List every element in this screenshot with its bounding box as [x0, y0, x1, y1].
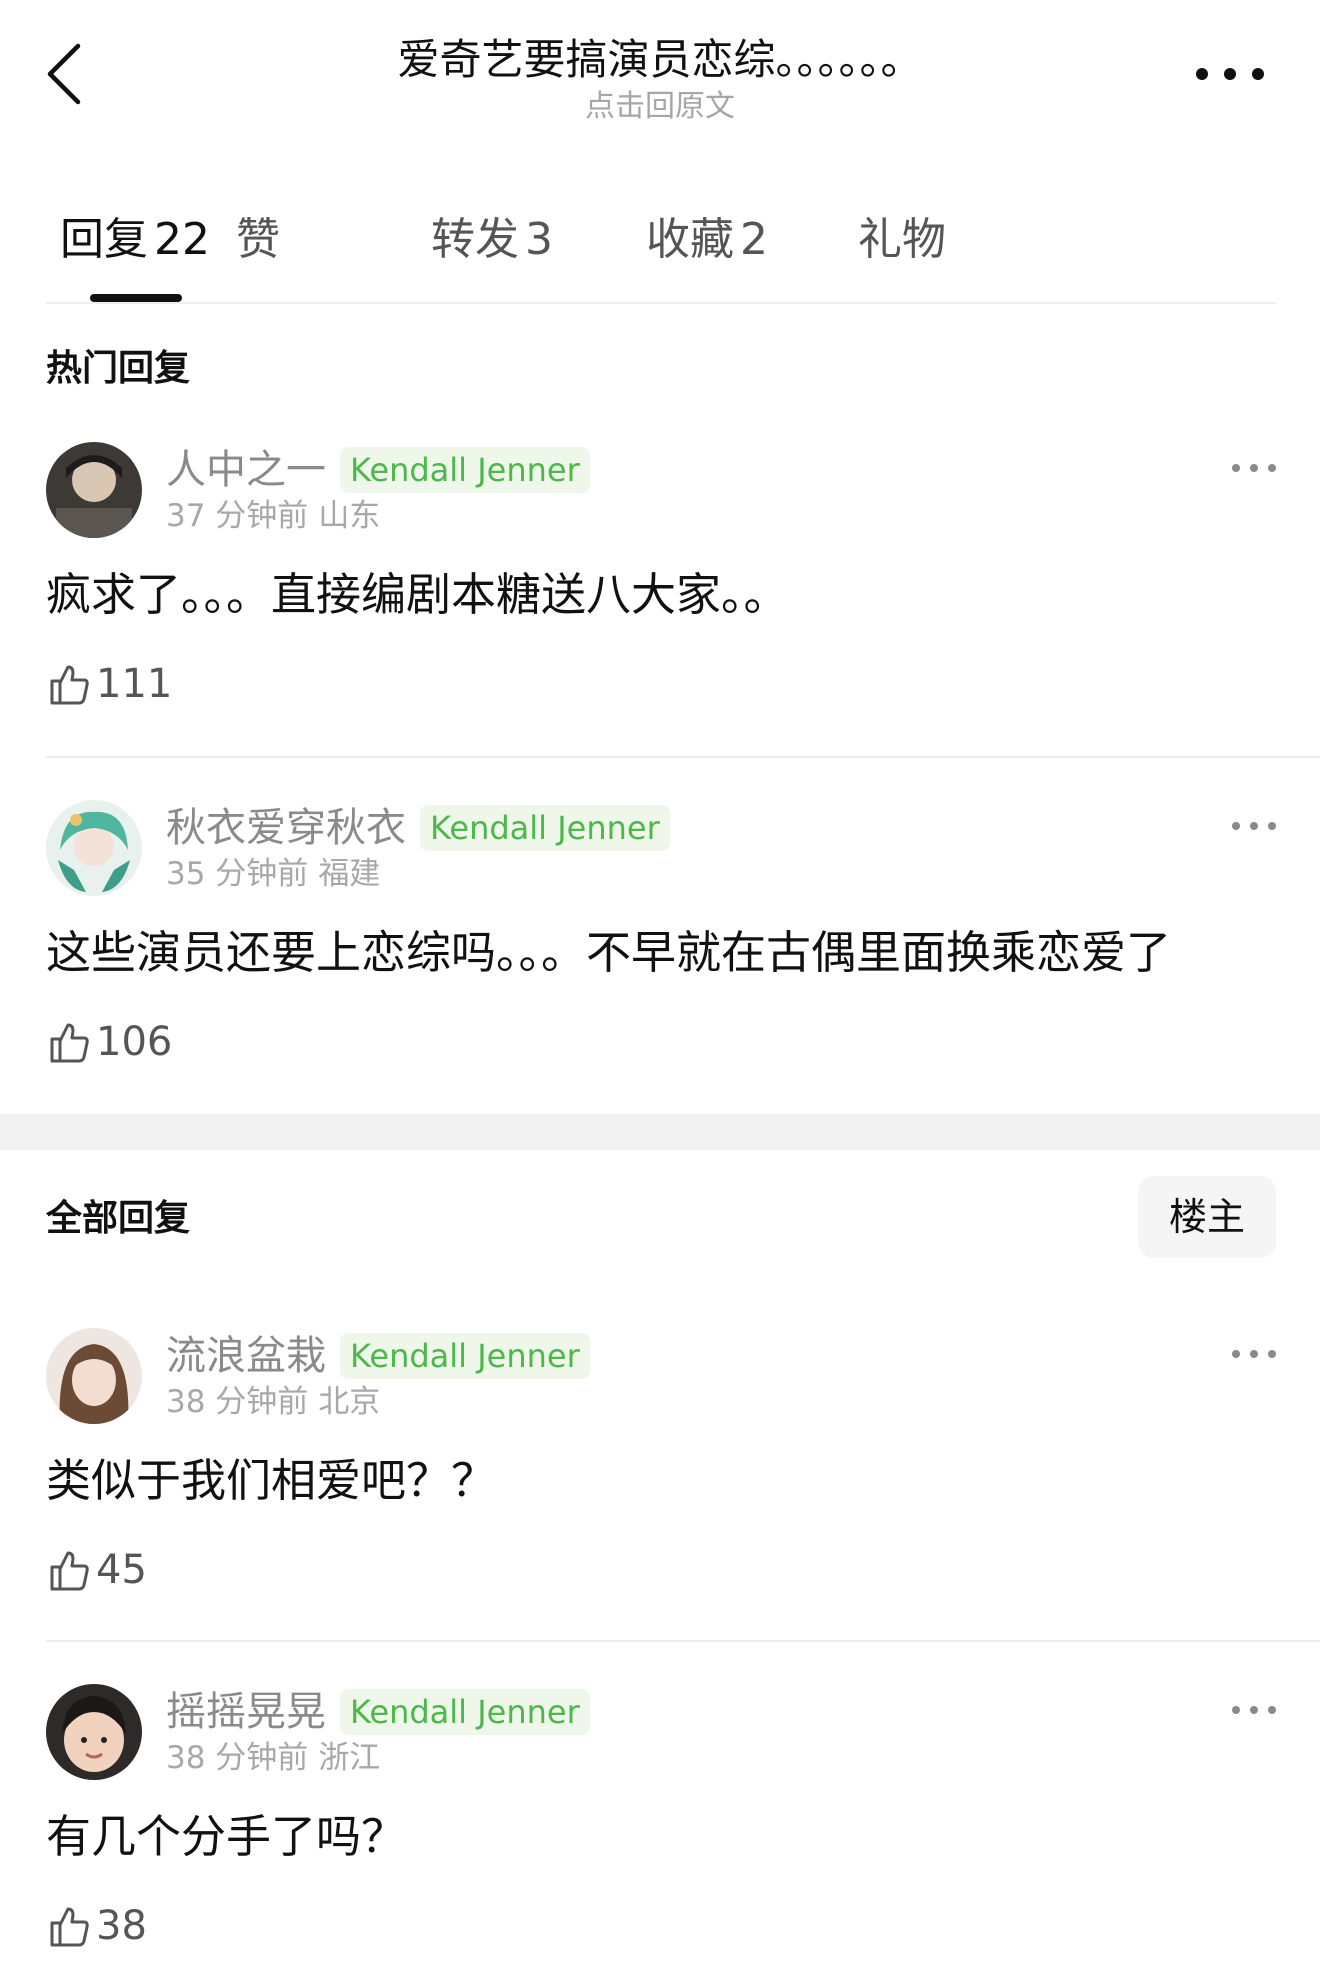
- more-dot-icon: [1268, 1706, 1276, 1714]
- location: 福建: [318, 856, 381, 892]
- location: 北京: [318, 1384, 381, 1420]
- more-dot-icon: [1232, 1350, 1240, 1358]
- thumbs-up-icon: [50, 665, 89, 705]
- comment-text: 有几个分手了吗？: [46, 1810, 407, 1863]
- tab-reposts[interactable]: 转发 3: [431, 212, 553, 268]
- hot-replies-heading: 热门回复: [46, 348, 191, 389]
- avatar[interactable]: [46, 1328, 142, 1424]
- like-count: 106: [96, 1019, 173, 1065]
- tab-bar: 回复 22 赞 转发 3 收藏 2 礼物: [46, 200, 1276, 304]
- tab-label: 转发: [431, 214, 519, 265]
- comment-text: 疯求了。。。直接编剧本糖送八大家。。: [46, 568, 789, 621]
- more-dot-icon: [1252, 68, 1264, 80]
- tab-label: 礼物: [858, 214, 946, 265]
- timestamp: 37 分钟前: [166, 498, 309, 534]
- comment-meta: 38 分钟前 北京: [166, 1382, 380, 1422]
- avatar[interactable]: [46, 800, 142, 896]
- tab-count: 3: [525, 214, 553, 265]
- timestamp: 38 分钟前: [166, 1384, 309, 1420]
- username[interactable]: 摇摇晃晃: [166, 1688, 326, 1736]
- username[interactable]: 人中之一: [166, 446, 326, 494]
- back-button[interactable]: [40, 38, 88, 110]
- more-dot-icon: [1224, 68, 1236, 80]
- divider: [46, 1640, 1320, 1642]
- title-area[interactable]: 爱奇艺要搞演员恋综。。。。。。 点击回原文: [220, 34, 1100, 126]
- back-to-original-link[interactable]: 点击回原文: [220, 88, 1100, 126]
- thumbs-up-icon: [50, 1023, 89, 1063]
- comment-header: 摇摇晃晃 Kendall Jenner: [166, 1688, 590, 1736]
- more-dot-icon: [1196, 68, 1208, 80]
- tab-favorites[interactable]: 收藏 2: [646, 212, 768, 268]
- comment-more-button[interactable]: [1232, 818, 1276, 834]
- more-dot-icon: [1250, 1706, 1258, 1714]
- fan-badge: Kendall Jenner: [340, 1689, 590, 1735]
- comments-page: 爱奇艺要搞演员恋综。。。。。。 点击回原文 回复 22 赞 转发 3 收藏 2 礼物 …: [0, 0, 1320, 1978]
- fan-badge: Kendall Jenner: [340, 1333, 590, 1379]
- more-dot-icon: [1232, 1706, 1240, 1714]
- more-dot-icon: [1232, 822, 1240, 830]
- tab-label: 收藏: [646, 214, 734, 265]
- tab-count: 2: [740, 214, 768, 265]
- like-count: 38: [96, 1903, 147, 1949]
- username[interactable]: 流浪盆栽: [166, 1332, 326, 1380]
- more-dot-icon: [1250, 822, 1258, 830]
- comment-text: 类似于我们相爱吧？？: [46, 1454, 497, 1507]
- tab-label: 赞: [236, 214, 280, 265]
- op-only-filter-button[interactable]: 楼主: [1138, 1176, 1276, 1258]
- like-count: 111: [96, 661, 173, 707]
- timestamp: 38 分钟前: [166, 1740, 309, 1776]
- comment-header: 人中之一 Kendall Jenner: [166, 446, 590, 494]
- comment-more-button[interactable]: [1232, 460, 1276, 476]
- tab-label: 回复: [60, 214, 148, 265]
- location: 山东: [318, 498, 381, 534]
- like-button[interactable]: 38: [46, 1900, 147, 1952]
- active-tab-indicator: [90, 294, 182, 302]
- section-separator: [0, 1114, 1320, 1150]
- more-dot-icon: [1232, 464, 1240, 472]
- like-button[interactable]: 106: [46, 1016, 172, 1068]
- fan-badge: Kendall Jenner: [340, 447, 590, 493]
- username[interactable]: 秋衣爱穿秋衣: [166, 804, 406, 852]
- avatar[interactable]: [46, 1684, 142, 1780]
- timestamp: 35 分钟前: [166, 856, 309, 892]
- chevron-left-icon: [47, 43, 81, 105]
- comment-header: 秋衣爱穿秋衣 Kendall Jenner: [166, 804, 670, 852]
- tab-likes[interactable]: 赞: [236, 212, 280, 268]
- thumbs-up-icon: [50, 1907, 89, 1947]
- tab-count: 22: [154, 214, 210, 265]
- like-button[interactable]: 45: [46, 1544, 147, 1596]
- avatar[interactable]: [46, 442, 142, 538]
- more-dot-icon: [1268, 1350, 1276, 1358]
- tab-replies[interactable]: 回复 22: [60, 212, 210, 268]
- all-replies-heading: 全部回复: [46, 1198, 191, 1239]
- top-bar: 爱奇艺要搞演员恋综。。。。。。 点击回原文: [0, 0, 1320, 150]
- like-button[interactable]: 111: [46, 658, 172, 710]
- post-title: 爱奇艺要搞演员恋综。。。。。。: [397, 35, 923, 84]
- divider: [46, 756, 1320, 758]
- comment-meta: 35 分钟前 福建: [166, 854, 380, 894]
- comment-meta: 37 分钟前 山东: [166, 496, 380, 536]
- comment-more-button[interactable]: [1232, 1346, 1276, 1362]
- tab-gifts[interactable]: 礼物: [858, 212, 946, 268]
- more-dot-icon: [1268, 822, 1276, 830]
- comment-more-button[interactable]: [1232, 1702, 1276, 1718]
- comment-meta: 38 分钟前 浙江: [166, 1738, 380, 1778]
- more-options-button[interactable]: [1196, 58, 1264, 90]
- like-count: 45: [96, 1547, 147, 1593]
- more-dot-icon: [1250, 464, 1258, 472]
- location: 浙江: [318, 1740, 381, 1776]
- more-dot-icon: [1268, 464, 1276, 472]
- comment-text: 这些演员还要上恋综吗。。。不早就在古偶里面换乘恋爱了: [46, 926, 1172, 979]
- more-dot-icon: [1250, 1350, 1258, 1358]
- comment-header: 流浪盆栽 Kendall Jenner: [166, 1332, 590, 1380]
- fan-badge: Kendall Jenner: [420, 805, 670, 851]
- thumbs-up-icon: [50, 1551, 89, 1591]
